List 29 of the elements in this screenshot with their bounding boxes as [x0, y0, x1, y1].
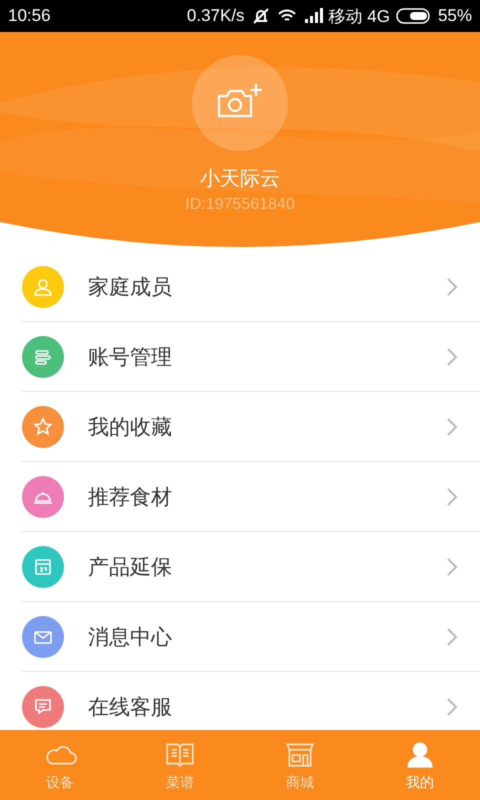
chevron-right-icon	[446, 557, 458, 577]
chevron-right-icon	[446, 347, 458, 367]
chevron-right-icon	[446, 277, 458, 297]
user-name: 小天际云	[200, 165, 280, 192]
battery-icon	[396, 7, 432, 25]
menu-item[interactable]: 产品延保	[0, 532, 480, 602]
menu-item[interactable]: 账号管理	[0, 322, 480, 392]
user-id: ID:1975561840	[185, 196, 295, 214]
chevron-right-icon	[446, 627, 458, 647]
chevron-right-icon	[446, 697, 458, 717]
signal-icon	[302, 7, 323, 25]
menu-item[interactable]: 推荐食材	[0, 462, 480, 532]
carrier-label: 移动 4G	[328, 6, 390, 28]
menu-item-label: 推荐食材	[88, 484, 173, 511]
menu-item-label: 在线客服	[88, 694, 173, 721]
menu-item[interactable]: 消息中心	[0, 602, 480, 672]
menu-item-label: 消息中心	[88, 624, 173, 651]
network-speed: 0.37K/s	[186, 6, 245, 26]
mute-icon	[250, 7, 271, 25]
menu-item-label: 产品延保	[88, 554, 173, 581]
menu-item[interactable]: 家庭成员	[0, 252, 480, 322]
status-time: 10:56	[8, 6, 51, 26]
menu-item[interactable]: 我的收藏	[0, 392, 480, 462]
battery-percent: 55%	[438, 6, 472, 26]
menu-item-label: 账号管理	[88, 344, 173, 371]
chevron-right-icon	[446, 487, 458, 507]
chevron-right-icon	[446, 417, 458, 437]
menu-item-label: 我的收藏	[88, 414, 173, 441]
menu-item-label: 家庭成员	[88, 274, 173, 301]
